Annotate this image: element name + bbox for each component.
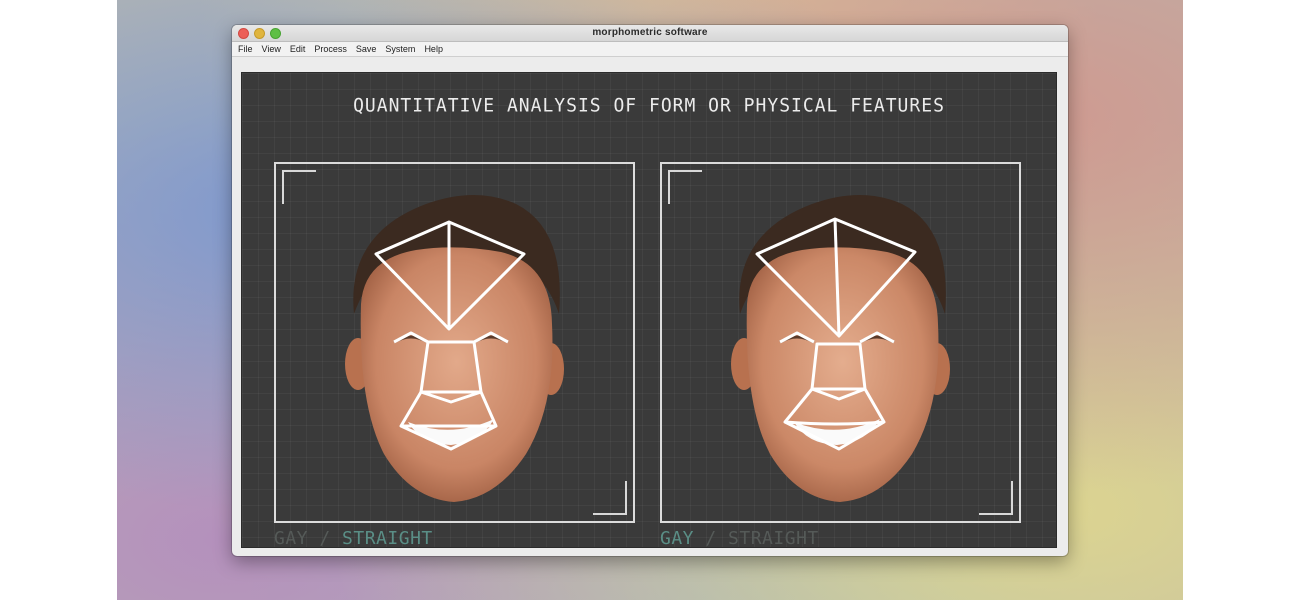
option-gay: GAY: [274, 528, 309, 549]
option-separator: /: [319, 528, 331, 549]
face-panel-right: [660, 162, 1021, 523]
analysis-canvas: QUANTITATIVE ANALYSIS OF FORM OR PHYSICA…: [241, 72, 1057, 549]
menu-help[interactable]: Help: [424, 44, 443, 54]
face-portrait-icon: [731, 195, 950, 502]
face-panel-left: [274, 162, 635, 523]
menu-file[interactable]: File: [238, 44, 253, 54]
option-straight: STRAIGHT: [728, 528, 819, 549]
canvas-heading: QUANTITATIVE ANALYSIS OF FORM OR PHYSICA…: [353, 94, 945, 117]
menu-system[interactable]: System: [385, 44, 415, 54]
menu-save[interactable]: Save: [356, 44, 377, 54]
menu-bar: File View Edit Process Save System Help: [232, 42, 1068, 57]
title-bar[interactable]: morphometric software: [232, 25, 1068, 42]
option-straight: STRAIGHT: [342, 528, 433, 549]
classification-left: GAY / STRAIGHT: [274, 528, 433, 549]
option-separator: /: [705, 528, 717, 549]
face-portrait-icon: [345, 195, 564, 502]
menu-view[interactable]: View: [262, 44, 281, 54]
window-title: morphometric software: [592, 27, 708, 38]
option-gay: GAY: [660, 528, 695, 549]
menu-edit[interactable]: Edit: [290, 44, 306, 54]
classification-right: GAY / STRAIGHT: [660, 528, 819, 549]
face-skin-icon: [746, 247, 939, 502]
face-skin-icon: [360, 247, 553, 502]
app-window: morphometric software File View Edit Pro…: [232, 25, 1068, 556]
menu-process[interactable]: Process: [314, 44, 347, 54]
